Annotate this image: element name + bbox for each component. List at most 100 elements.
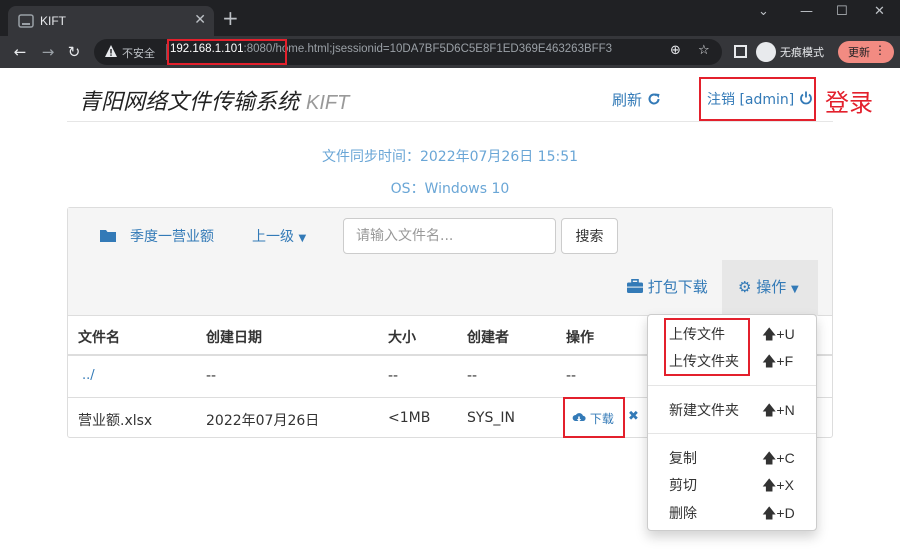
shortcut-label: 🡅+D <box>762 503 795 527</box>
filename-search-input[interactable] <box>343 218 556 254</box>
back-arrow-icon[interactable]: ← <box>10 42 30 62</box>
new-tab-button[interactable]: + <box>222 8 239 28</box>
caret-down-icon: ▼ <box>791 284 799 295</box>
url-path: :8080/home.html;jsessionid=10DA7BF5D6C5E… <box>243 43 613 55</box>
reload-icon[interactable]: ↻ <box>64 42 84 62</box>
shortcut-key: +D <box>776 505 795 521</box>
pack-download-button[interactable]: 打包下载 <box>627 276 708 297</box>
shortcut-label: 🡅+F <box>762 351 793 375</box>
panel-navbar: 季度一营业额 上一级 ▼ 搜索 打包下载 ⚙ 操作 ▼ <box>68 208 832 316</box>
os-info: OS：Windows 10 <box>390 181 510 197</box>
brand-sub: KIFT <box>306 92 350 114</box>
menu-item-delete[interactable]: 删除 🡅+D <box>648 500 816 524</box>
brand-name: 青阳网络文件传输系统 <box>79 90 300 115</box>
menu-item-cut[interactable]: 剪切 🡅+X <box>648 472 816 496</box>
row-date: 2022年07月26日 <box>206 413 320 429</box>
row-date: -- <box>206 368 217 384</box>
insecure-label: 不安全 <box>122 47 155 60</box>
shortcut-key: +U <box>776 326 795 342</box>
column-header-creator[interactable]: 创建者 <box>467 327 509 347</box>
refresh-button[interactable]: 刷新 <box>612 89 661 110</box>
delete-icon[interactable]: ✖ <box>628 409 639 424</box>
header-divider <box>67 121 833 122</box>
row-creator: -- <box>467 368 478 384</box>
menu-divider <box>648 433 816 434</box>
refresh-label: 刷新 <box>612 91 643 109</box>
arrow-up-icon: 🡅 <box>762 402 777 418</box>
parent-dir-link[interactable]: ../ <box>82 368 95 383</box>
update-button[interactable]: 更新 ⋮ <box>838 41 894 63</box>
menu-item-label: 剪切 <box>669 478 697 494</box>
operations-label: 操作 <box>756 278 787 296</box>
update-label: 更新 <box>848 46 870 59</box>
column-header-ops: 操作 <box>566 330 594 346</box>
parent-folder-button[interactable]: 上一级 ▼ <box>252 226 306 246</box>
folder-icon <box>100 230 116 242</box>
current-folder-name[interactable]: 季度一营业额 <box>130 226 214 246</box>
column-header-size[interactable]: 大小 <box>388 327 416 347</box>
warning-icon <box>105 45 117 57</box>
menu-dots-icon: ⋮ <box>874 43 886 57</box>
url-host-highlight <box>167 39 287 65</box>
shortcut-key: +C <box>776 450 795 466</box>
caret-down-icon: ▼ <box>298 233 307 244</box>
chevron-down-icon[interactable]: ⌄ <box>758 4 769 19</box>
briefcase-icon <box>627 279 643 293</box>
shortcut-key: +F <box>776 353 794 369</box>
arrow-up-icon: 🡅 <box>762 326 777 342</box>
power-icon <box>799 91 812 105</box>
minimize-icon[interactable]: — <box>800 4 813 19</box>
menu-item-new-folder[interactable]: 新建文件夹 🡅+N <box>648 397 816 421</box>
close-tab-icon[interactable]: ✕ <box>194 11 206 29</box>
shortcut-label: 🡅+C <box>762 448 795 472</box>
close-window-icon[interactable]: ✕ <box>874 4 885 19</box>
menu-divider <box>648 385 816 386</box>
incognito-label: 无痕模式 <box>780 46 824 59</box>
sync-time: 文件同步时间：2022年07月26日 15:51 <box>321 149 579 165</box>
arrow-up-icon: 🡅 <box>762 505 777 521</box>
side-panel-icon[interactable] <box>734 45 747 58</box>
shortcut-label: 🡅+N <box>762 400 795 424</box>
menu-item-label: 复制 <box>669 451 697 467</box>
shortcut-label: 🡅+X <box>762 475 794 499</box>
logout-button[interactable]: 注销 [admin] <box>707 89 813 109</box>
arrow-up-icon: 🡅 <box>762 353 777 369</box>
browser-toolbar: ← → ↻ 不安全 192.168.1.101:8080/home.html;j… <box>0 36 900 68</box>
menu-item-label: 新建文件夹 <box>669 403 739 419</box>
download-label: 下载 <box>589 412 614 426</box>
refresh-icon <box>648 93 660 105</box>
browser-tab[interactable]: KIFT ✕ <box>8 6 214 36</box>
zoom-icon[interactable]: ⊕ <box>670 43 681 58</box>
cloud-download-icon <box>572 413 586 422</box>
parent-folder-label: 上一级 <box>252 229 294 245</box>
login-annotation: 登录 <box>825 89 873 117</box>
maximize-icon[interactable]: ☐ <box>836 4 848 19</box>
tab-title: KIFT <box>40 14 66 28</box>
forward-arrow-icon[interactable]: → <box>38 42 58 62</box>
bookmark-star-icon[interactable]: ☆ <box>698 43 710 58</box>
row-filename[interactable]: 营业额.xlsx <box>78 410 152 430</box>
column-header-name[interactable]: 文件名 <box>78 327 120 347</box>
row-size: <1MB <box>388 410 431 426</box>
page-title: 青阳网络文件传输系统 KIFT <box>79 84 349 116</box>
arrow-up-icon: 🡅 <box>762 450 777 466</box>
search-button[interactable]: 搜索 <box>561 218 618 254</box>
logout-label: 注销 [admin] <box>707 92 795 108</box>
operations-menu-button[interactable]: ⚙ 操作 ▼ <box>722 260 818 316</box>
incognito-icon <box>756 42 776 62</box>
gear-icon: ⚙ <box>738 278 752 296</box>
shortcut-key: +X <box>776 477 794 493</box>
browser-tabstrip: KIFT ✕ + ⌄ — ☐ ✕ <box>0 0 900 36</box>
shortcut-label: 🡅+U <box>762 324 795 348</box>
menu-item-label: 删除 <box>669 506 697 522</box>
page-icon <box>18 14 34 28</box>
operations-label-wrap: ⚙ 操作 ▼ <box>738 276 799 297</box>
incognito-indicator[interactable]: 无痕模式 <box>756 41 826 63</box>
column-header-date[interactable]: 创建日期 <box>206 327 262 347</box>
shortcut-key: +N <box>776 402 795 418</box>
menu-item-copy[interactable]: 复制 🡅+C <box>648 445 816 469</box>
row-size: -- <box>388 368 399 384</box>
arrow-up-icon: 🡅 <box>762 477 777 493</box>
download-button[interactable]: 下载 <box>572 410 614 427</box>
pack-download-label: 打包下载 <box>647 278 708 296</box>
